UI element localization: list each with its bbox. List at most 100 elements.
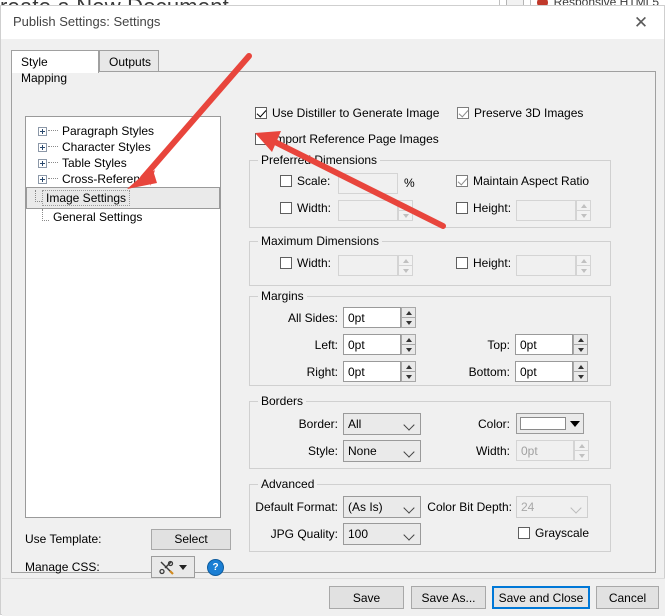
max-height-field[interactable]: [516, 255, 591, 276]
cancel-button[interactable]: Cancel: [596, 586, 659, 609]
spinner-up-icon[interactable]: [576, 200, 591, 211]
max-height-input[interactable]: [516, 255, 576, 276]
margin-right-field[interactable]: 0pt: [343, 361, 416, 382]
margin-top-spinner[interactable]: [573, 334, 588, 355]
save-as-button[interactable]: Save As...: [411, 586, 486, 609]
expander-icon[interactable]: [38, 142, 47, 152]
import-reference-checkbox[interactable]: Import Reference Page Images: [255, 132, 439, 146]
scale-input[interactable]: [338, 173, 398, 194]
color-bit-depth-select[interactable]: 24: [516, 496, 588, 518]
manage-css-split-button[interactable]: [151, 556, 195, 578]
margin-right-input[interactable]: 0pt: [343, 361, 401, 382]
tree-item-character-styles[interactable]: Character Styles: [26, 139, 220, 155]
spinner-up-icon[interactable]: [573, 334, 588, 345]
jpg-quality-select[interactable]: 100: [343, 523, 421, 545]
save-and-close-button[interactable]: Save and Close: [492, 586, 590, 609]
border-width-spinner[interactable]: [574, 440, 589, 461]
spinner-down-icon[interactable]: [573, 372, 588, 382]
chevron-down-icon[interactable]: [570, 420, 580, 427]
margin-left-field[interactable]: 0pt: [343, 334, 416, 355]
checkbox-box[interactable]: [280, 202, 292, 214]
preferred-height-checkbox[interactable]: Height:: [456, 201, 511, 215]
spinner-down-icon[interactable]: [576, 211, 591, 221]
preferred-height-field[interactable]: [516, 200, 591, 221]
border-style-select[interactable]: None: [343, 440, 421, 462]
preferred-width-field[interactable]: [338, 200, 413, 221]
spinner-down-icon[interactable]: [398, 266, 413, 276]
all-sides-field[interactable]: 0pt: [343, 307, 416, 328]
preferred-width-spinner[interactable]: [398, 200, 413, 221]
preferred-width-checkbox[interactable]: Width:: [280, 201, 331, 215]
spinner-down-icon[interactable]: [401, 372, 416, 382]
spinner-down-icon[interactable]: [401, 318, 416, 328]
max-width-input[interactable]: [338, 255, 398, 276]
scale-checkbox[interactable]: Scale:: [280, 174, 330, 188]
checkbox-box[interactable]: [280, 257, 292, 269]
help-icon[interactable]: ?: [207, 558, 224, 576]
all-sides-input[interactable]: 0pt: [343, 307, 401, 328]
all-sides-spinner[interactable]: [401, 307, 416, 328]
checkbox-box[interactable]: [456, 257, 468, 269]
max-width-field[interactable]: [338, 255, 413, 276]
expander-icon[interactable]: [38, 158, 47, 168]
spinner-up-icon[interactable]: [398, 200, 413, 211]
tab-style-mapping[interactable]: Style Mapping: [11, 50, 99, 85]
margin-bottom-field[interactable]: 0pt: [515, 361, 588, 382]
expander-icon[interactable]: [38, 126, 47, 136]
spinner-up-icon[interactable]: [576, 255, 591, 266]
max-height-checkbox[interactable]: Height:: [456, 256, 511, 270]
grayscale-checkbox[interactable]: Grayscale: [518, 526, 589, 540]
checkbox-box[interactable]: [456, 175, 468, 187]
margin-top-input[interactable]: 0pt: [515, 334, 573, 355]
margin-bottom-input[interactable]: 0pt: [515, 361, 573, 382]
border-width-input[interactable]: 0pt: [516, 440, 574, 461]
spinner-up-icon[interactable]: [401, 361, 416, 372]
chevron-down-icon[interactable]: [179, 564, 187, 570]
spinner-up-icon[interactable]: [401, 334, 416, 345]
max-width-spinner[interactable]: [398, 255, 413, 276]
default-format-select[interactable]: (As Is): [343, 496, 421, 518]
checkbox-box[interactable]: [457, 107, 469, 119]
spinner-up-icon[interactable]: [401, 307, 416, 318]
spinner-up-icon[interactable]: [574, 440, 589, 451]
checkbox-box[interactable]: [518, 527, 530, 539]
preferred-width-input[interactable]: [338, 200, 398, 221]
spinner-down-icon[interactable]: [398, 211, 413, 221]
tree-item-image-settings[interactable]: Image Settings: [26, 187, 220, 209]
border-width-field[interactable]: 0pt: [516, 440, 589, 461]
tree-item-general-settings[interactable]: General Settings: [26, 208, 220, 225]
save-button[interactable]: Save: [329, 586, 404, 609]
border-select[interactable]: All: [343, 413, 421, 435]
spinner-down-icon[interactable]: [576, 266, 591, 276]
preserve-3d-checkbox[interactable]: Preserve 3D Images: [457, 106, 583, 120]
settings-tree[interactable]: Paragraph Styles Character Styles Table …: [25, 116, 221, 518]
select-button[interactable]: Select: [151, 528, 231, 550]
margin-left-input[interactable]: 0pt: [343, 334, 401, 355]
expander-icon[interactable]: [38, 174, 47, 184]
checkbox-box[interactable]: [255, 107, 267, 119]
border-color-select[interactable]: [516, 413, 584, 434]
margin-left-spinner[interactable]: [401, 334, 416, 355]
max-width-checkbox[interactable]: Width:: [280, 256, 331, 270]
preferred-height-spinner[interactable]: [576, 200, 591, 221]
checkbox-box[interactable]: [280, 175, 292, 187]
margin-top-field[interactable]: 0pt: [515, 334, 588, 355]
preferred-height-input[interactable]: [516, 200, 576, 221]
use-distiller-checkbox[interactable]: Use Distiller to Generate Image: [255, 106, 439, 120]
max-height-spinner[interactable]: [576, 255, 591, 276]
tree-item-paragraph-styles[interactable]: Paragraph Styles: [26, 123, 220, 139]
checkbox-box[interactable]: [255, 133, 267, 145]
close-icon[interactable]: ✕: [624, 11, 658, 35]
spinner-down-icon[interactable]: [401, 345, 416, 355]
tree-item-table-styles[interactable]: Table Styles: [26, 155, 220, 171]
checkbox-box[interactable]: [456, 202, 468, 214]
tree-item-cross-reference[interactable]: Cross-Reference: [26, 171, 220, 187]
margin-right-spinner[interactable]: [401, 361, 416, 382]
maintain-aspect-ratio-checkbox[interactable]: Maintain Aspect Ratio: [456, 174, 589, 188]
margin-bottom-spinner[interactable]: [573, 361, 588, 382]
tab-outputs[interactable]: Outputs: [99, 50, 159, 72]
spinner-up-icon[interactable]: [573, 361, 588, 372]
spinner-down-icon[interactable]: [573, 345, 588, 355]
spinner-up-icon[interactable]: [398, 255, 413, 266]
spinner-down-icon[interactable]: [574, 451, 589, 461]
